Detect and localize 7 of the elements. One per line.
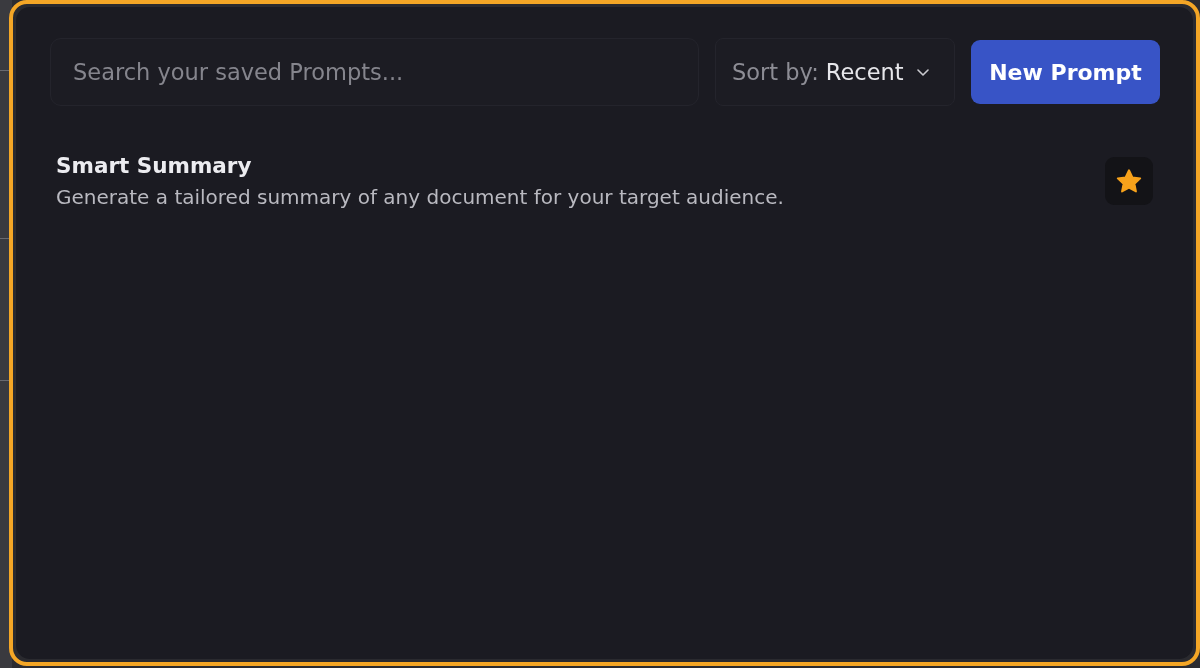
prompt-description: Generate a tailored summary of any document for your target audience. bbox=[56, 184, 784, 210]
prompt-title: Smart Summary bbox=[56, 152, 253, 180]
chevron-down-icon bbox=[916, 68, 929, 76]
sort-dropdown[interactable]: Sort by: Recent bbox=[715, 38, 955, 106]
new-prompt-button[interactable]: New Prompt bbox=[971, 40, 1160, 104]
search-field[interactable]: Search your saved Prompts... bbox=[50, 38, 699, 106]
favorite-button[interactable] bbox=[1105, 157, 1153, 205]
